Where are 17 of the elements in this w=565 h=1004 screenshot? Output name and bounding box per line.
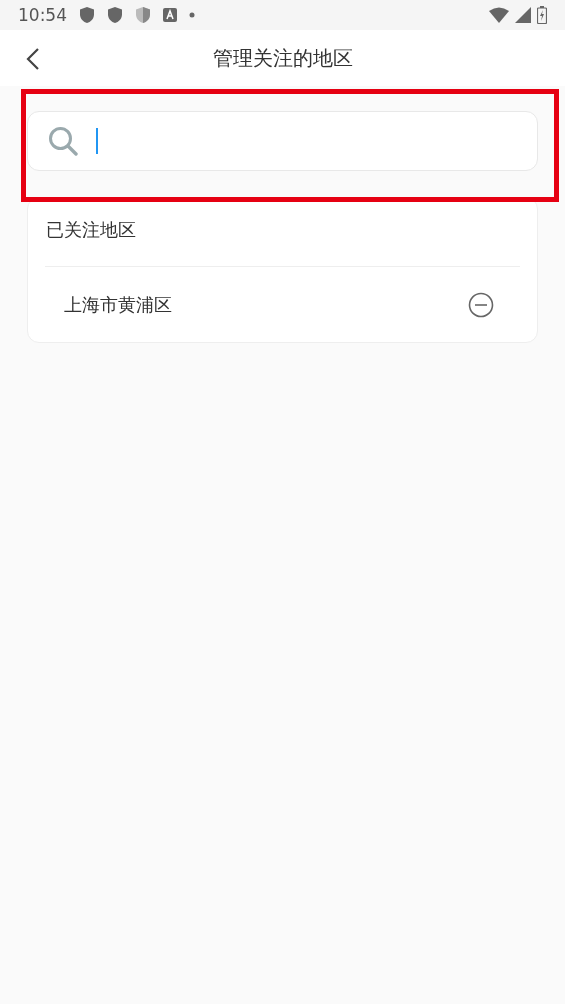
signal-icon xyxy=(515,7,531,23)
section-heading: 已关注地区 xyxy=(45,218,137,242)
shield-icon xyxy=(135,6,151,24)
clock-time: 10:54 xyxy=(18,5,67,25)
shield-icon xyxy=(107,6,123,24)
dot-icon xyxy=(189,12,195,18)
region-name: 上海市黄浦区 xyxy=(64,292,172,317)
search-field[interactable] xyxy=(27,111,538,171)
shield-icon xyxy=(79,6,95,24)
app-icon xyxy=(163,8,177,22)
search-icon xyxy=(48,126,78,156)
back-icon xyxy=(26,47,40,71)
battery-icon xyxy=(537,6,547,24)
remove-button[interactable] xyxy=(468,291,494,318)
minus-circle-icon xyxy=(468,291,494,318)
wifi-icon xyxy=(489,7,509,23)
page-title: 管理关注的地区 xyxy=(212,44,353,72)
